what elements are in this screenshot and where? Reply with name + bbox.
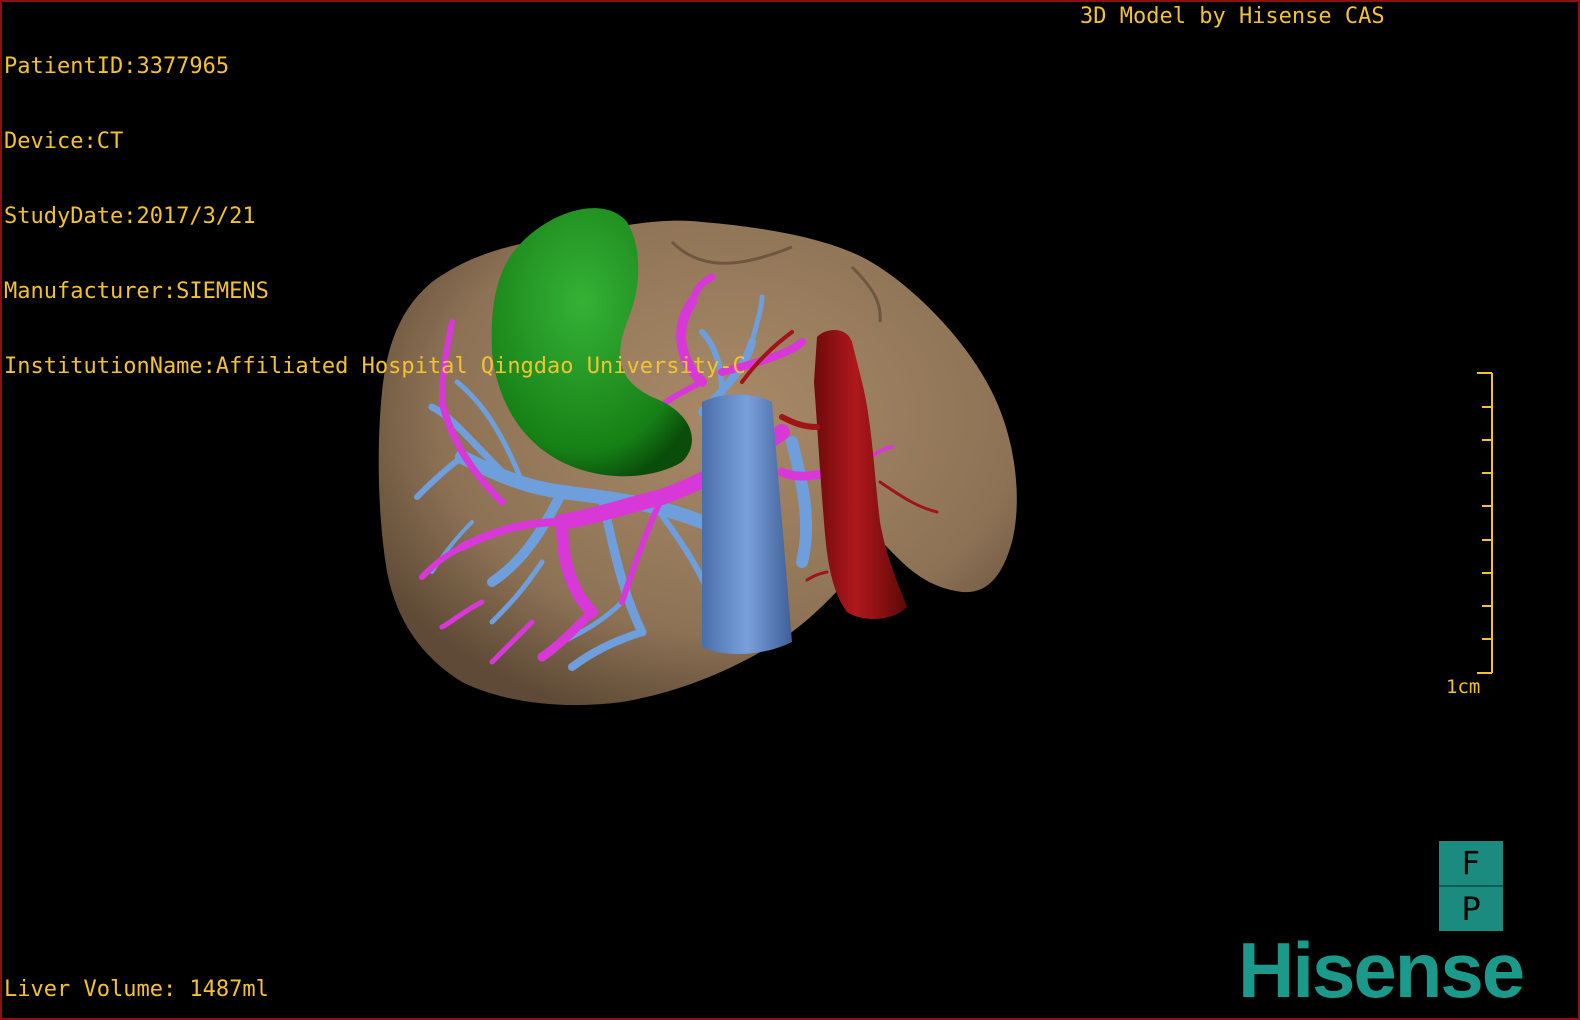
orientation-bottom-label: P [1461, 890, 1481, 928]
orientation-indicator[interactable]: F P [1439, 841, 1503, 931]
model-credit: 3D Model by Hisense CAS [1080, 4, 1385, 29]
study-info-overlay: PatientID:3377965 Device:CT StudyDate:20… [4, 4, 746, 429]
scale-bar-label: 1cm [1446, 676, 1481, 698]
3d-viewport[interactable]: PatientID:3377965 Device:CT StudyDate:20… [0, 0, 1580, 1020]
manufacturer-label: Manufacturer:SIEMENS [4, 279, 269, 304]
study-date-label: StudyDate:2017/3/21 [4, 204, 256, 229]
scale-bar [1477, 372, 1493, 674]
patient-id-label: PatientID:3377965 [4, 54, 230, 79]
orientation-top-label: F [1461, 844, 1481, 882]
institution-label: InstitutionName:Affiliated Hospital Qing… [4, 354, 746, 379]
hisense-logo: Hisense [1238, 926, 1525, 1014]
liver-volume-label: Liver Volume: 1487ml [4, 977, 269, 1002]
device-label: Device:CT [4, 129, 124, 154]
